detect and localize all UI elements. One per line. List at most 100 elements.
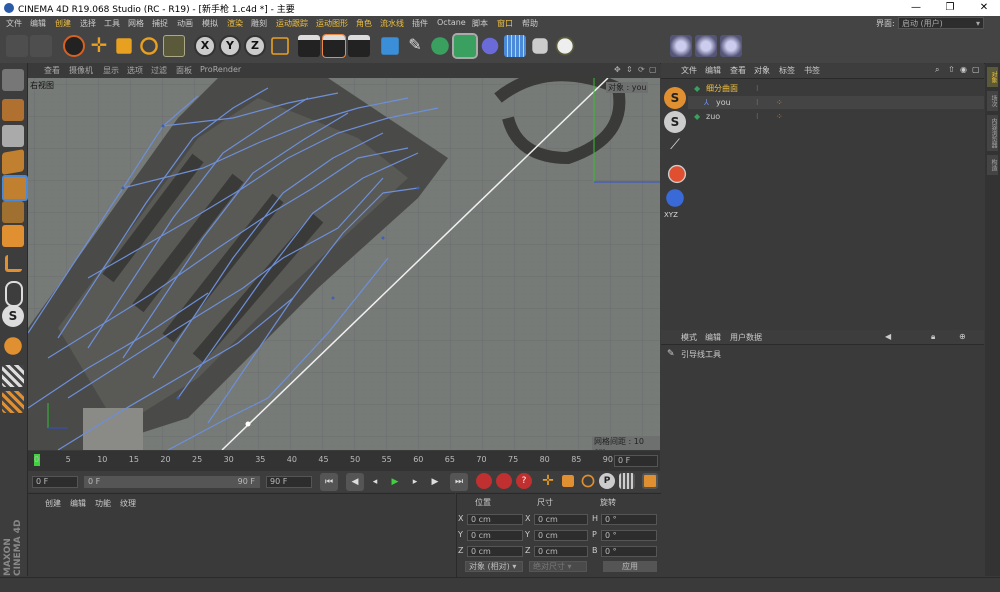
menu-file[interactable]: 文件 bbox=[6, 18, 22, 29]
polygons-mode-icon[interactable] bbox=[2, 225, 24, 247]
mat-menu-create[interactable]: 创建 bbox=[45, 498, 61, 509]
mat-menu-function[interactable]: 功能 bbox=[95, 498, 111, 509]
render-settings-icon[interactable] bbox=[348, 35, 370, 57]
subdivision-icon[interactable] bbox=[431, 37, 449, 55]
solo-single-icon[interactable]: S bbox=[664, 111, 686, 133]
live-select-icon[interactable] bbox=[63, 35, 85, 57]
om-menu-view[interactable]: 查看 bbox=[730, 65, 746, 76]
snap-icon[interactable]: S bbox=[2, 305, 24, 327]
size-field[interactable]: 0 cm bbox=[534, 514, 588, 525]
position-field[interactable]: 0 cm bbox=[467, 546, 523, 557]
array-icon[interactable] bbox=[452, 33, 478, 59]
om-menu-bookmarks[interactable]: 书签 bbox=[804, 65, 820, 76]
vp-zoom-icon[interactable]: ⇕ bbox=[626, 65, 633, 74]
rotation-field[interactable]: 0 ° bbox=[601, 514, 657, 525]
xyz-axis-icon[interactable]: XYZ bbox=[664, 211, 686, 233]
vp-menu-prorender[interactable]: ProRender bbox=[200, 65, 241, 74]
auto-key-icon[interactable] bbox=[496, 473, 512, 489]
visibility-dots-icon[interactable]: ⁝ bbox=[756, 96, 759, 109]
lock-workplane-icon[interactable] bbox=[2, 365, 24, 387]
key-position-icon[interactable]: ✛ bbox=[540, 473, 556, 489]
menu-create[interactable]: 创建 bbox=[55, 18, 71, 29]
timeline-layout-icon[interactable] bbox=[642, 473, 658, 489]
menu-animate[interactable]: 动画 bbox=[177, 18, 193, 29]
previous-frame-icon[interactable]: ◂ bbox=[366, 473, 384, 491]
guide-line-handle[interactable] bbox=[245, 421, 251, 427]
visibility-dots-icon[interactable]: ⁝ bbox=[756, 110, 759, 123]
keyframe-selection-icon[interactable]: ? bbox=[516, 473, 532, 489]
coordinate-system-icon[interactable] bbox=[271, 37, 289, 55]
menu-edit[interactable]: 编辑 bbox=[30, 18, 46, 29]
workplane-lock-icon[interactable] bbox=[4, 337, 22, 355]
size-field[interactable]: 0 cm bbox=[534, 530, 588, 541]
rotation-field[interactable]: 0 ° bbox=[601, 546, 657, 557]
menu-window[interactable]: 窗口 bbox=[497, 18, 513, 29]
apply-button[interactable]: 应用 bbox=[603, 561, 657, 572]
menu-script[interactable]: 脚本 bbox=[472, 18, 488, 29]
floor-icon[interactable] bbox=[504, 35, 526, 57]
size-field[interactable]: 0 cm bbox=[534, 546, 588, 557]
key-pla-icon[interactable] bbox=[619, 473, 635, 489]
menu-simulate[interactable]: 模拟 bbox=[202, 18, 218, 29]
layout-select[interactable]: 启动 (用户) ▾ bbox=[898, 17, 984, 29]
mograph-icon[interactable] bbox=[720, 35, 742, 57]
solo-icon[interactable] bbox=[2, 391, 24, 413]
tweak-mode-icon[interactable] bbox=[5, 281, 23, 307]
z-axis-icon[interactable]: Z bbox=[244, 35, 266, 57]
viewport[interactable]: 右视图 对象 : you 网格间距 : 10 cm bbox=[28, 78, 660, 450]
render-picture-viewer-icon[interactable] bbox=[322, 34, 346, 58]
minimize-button[interactable]: — bbox=[902, 0, 930, 16]
tab-structure[interactable]: 构造 bbox=[987, 155, 998, 175]
vp-menu-cameras[interactable]: 摄像机 bbox=[69, 65, 93, 76]
om-up-icon[interactable]: ⇧ bbox=[948, 65, 955, 74]
vp-menu-filter[interactable]: 过滤 bbox=[151, 65, 167, 76]
am-menu-mode[interactable]: 模式 bbox=[681, 332, 697, 343]
key-scale-icon[interactable] bbox=[562, 475, 574, 487]
rotation-field[interactable]: 0 ° bbox=[601, 530, 657, 541]
tab-takes[interactable]: 场次 bbox=[987, 91, 998, 111]
position-field[interactable]: 0 cm bbox=[467, 530, 523, 541]
previous-key-icon[interactable]: ◀ bbox=[346, 473, 364, 491]
menu-plugins[interactable]: 插件 bbox=[412, 18, 428, 29]
redo-icon[interactable] bbox=[30, 35, 52, 57]
points-mode-icon[interactable] bbox=[2, 175, 28, 201]
om-menu-file[interactable]: 文件 bbox=[681, 65, 697, 76]
timeline[interactable]: 0 5 10 15 20 25 30 35 40 45 50 55 60 65 70 75 80 85 90 0 F bbox=[28, 451, 660, 471]
generator-icon[interactable]: ⟋ bbox=[664, 137, 686, 159]
rotate-icon[interactable] bbox=[140, 37, 158, 55]
deformer-icon[interactable] bbox=[481, 37, 499, 55]
mograph-object-icon[interactable] bbox=[666, 189, 684, 207]
object-row[interactable]: ◆ zuo ⁝ ⁘ bbox=[688, 110, 984, 123]
menu-help[interactable]: 帮助 bbox=[522, 18, 538, 29]
object-manager-layout-icon[interactable] bbox=[670, 35, 692, 57]
close-button[interactable]: ✕ bbox=[970, 0, 998, 16]
tag-icon[interactable]: ⁘ bbox=[776, 110, 783, 123]
key-rotation-icon[interactable] bbox=[581, 474, 595, 488]
start-frame-field[interactable]: 0 F bbox=[32, 476, 78, 488]
frame-range-slider[interactable]: 0 F 90 F bbox=[84, 476, 260, 488]
vp-menu-view[interactable]: 查看 bbox=[44, 65, 60, 76]
object-name[interactable]: you bbox=[716, 96, 731, 109]
vp-maximize-icon[interactable]: ▢ bbox=[649, 65, 657, 74]
am-menu-userdata[interactable]: 用户数据 bbox=[730, 332, 762, 343]
y-axis-icon[interactable]: Y bbox=[219, 35, 241, 57]
am-back-icon[interactable]: ◀ bbox=[885, 332, 891, 341]
render-view-icon[interactable] bbox=[298, 35, 320, 57]
menu-octane[interactable]: Octane bbox=[437, 18, 466, 27]
object-row[interactable]: ⅄ you ⁝ ⁘ bbox=[688, 96, 984, 109]
vp-menu-display[interactable]: 显示 bbox=[103, 65, 119, 76]
om-menu-tags[interactable]: 标签 bbox=[779, 65, 795, 76]
vp-menu-options[interactable]: 选项 bbox=[127, 65, 143, 76]
pen-icon[interactable]: ✎ bbox=[404, 35, 426, 57]
xpresso-icon[interactable] bbox=[695, 35, 717, 57]
solo-off-icon[interactable]: S bbox=[664, 87, 686, 109]
next-key-icon[interactable]: ▶ bbox=[426, 473, 444, 491]
key-parameter-icon[interactable]: P bbox=[599, 473, 615, 489]
object-name[interactable]: 细分曲面 bbox=[706, 82, 738, 95]
vp-rotate-icon[interactable]: ⟳ bbox=[638, 65, 645, 74]
coord-mode-select[interactable]: 对象 (相对) ▾ bbox=[465, 561, 523, 572]
menu-motion-tracking[interactable]: 运动跟踪 bbox=[276, 18, 308, 29]
undo-icon[interactable] bbox=[6, 35, 28, 57]
tab-content-browser[interactable]: 内容浏览器 bbox=[987, 115, 998, 151]
mat-menu-edit[interactable]: 编辑 bbox=[70, 498, 86, 509]
